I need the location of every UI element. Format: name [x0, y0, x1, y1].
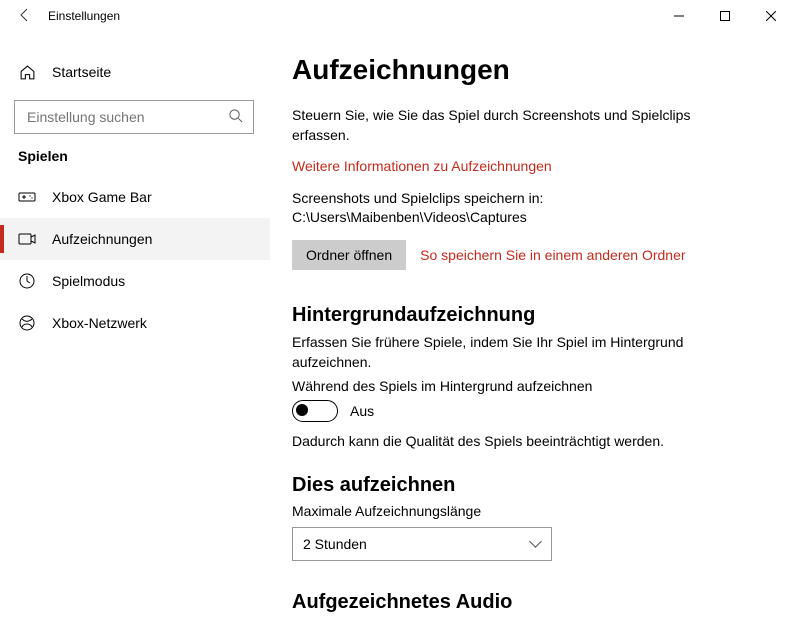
home-icon [18, 63, 36, 81]
xbox-icon [18, 314, 36, 332]
open-folder-button[interactable]: Ordner öffnen [292, 240, 406, 270]
sidebar-section-label: Spielen [0, 148, 270, 164]
back-button[interactable] [10, 7, 40, 26]
search-box[interactable] [14, 100, 254, 134]
sidebar-item-label: Xbox-Netzwerk [52, 315, 147, 331]
close-button[interactable] [748, 0, 794, 32]
recordthis-heading: Dies aufzeichnen [292, 474, 764, 497]
learn-more-link[interactable]: Weitere Informationen zu Aufzeichnungen [292, 158, 552, 174]
window-controls [656, 0, 794, 32]
background-toggle-label: Während des Spiels im Hintergrund aufzei… [292, 378, 764, 394]
page-title: Aufzeichnungen [292, 54, 764, 86]
save-location-text: Screenshots und Spielclips speichern in:… [292, 189, 732, 228]
sidebar-item-label: Spielmodus [52, 273, 125, 289]
sidebar-item-xboxnetwork[interactable]: Xbox-Netzwerk [0, 302, 270, 344]
gamemode-icon [18, 272, 36, 290]
intro-text: Steuern Sie, wie Sie das Spiel durch Scr… [292, 106, 732, 145]
sidebar-item-label: Xbox Game Bar [52, 189, 152, 205]
sidebar-item-gamemode[interactable]: Spielmodus [0, 260, 270, 302]
sidebar: Startseite Spielen Xbox Game Bar Aufzei [0, 32, 270, 622]
maxlength-select[interactable]: 2 Stunden [292, 527, 552, 561]
change-folder-link[interactable]: So speichern Sie in einem anderen Ordner [420, 247, 685, 263]
sidebar-item-gamebar[interactable]: Xbox Game Bar [0, 176, 270, 218]
search-icon [228, 108, 243, 126]
settings-window: Einstellungen Startseite Spielen [0, 0, 794, 622]
maxlength-label: Maximale Aufzeichnungslänge [292, 503, 764, 519]
sidebar-item-label: Aufzeichnungen [52, 231, 152, 247]
home-label: Startseite [52, 64, 111, 80]
minimize-button[interactable] [656, 0, 702, 32]
maximize-button[interactable] [702, 0, 748, 32]
background-warning: Dadurch kann die Qualität des Spiels bee… [292, 432, 732, 452]
background-desc: Erfassen Sie frühere Spiele, indem Sie I… [292, 333, 732, 372]
background-heading: Hintergrundaufzeichnung [292, 304, 764, 327]
sidebar-item-captures[interactable]: Aufzeichnungen [0, 218, 270, 260]
home-button[interactable]: Startseite [0, 52, 270, 92]
captures-icon [18, 230, 36, 248]
toggle-state-label: Aus [350, 403, 374, 419]
search-input[interactable] [25, 108, 228, 126]
content: Aufzeichnungen Steuern Sie, wie Sie das … [270, 32, 794, 622]
background-toggle[interactable] [292, 400, 338, 422]
window-title: Einstellungen [40, 9, 120, 23]
gamebar-icon [18, 188, 36, 206]
audio-heading: Aufgezeichnetes Audio [292, 591, 764, 614]
